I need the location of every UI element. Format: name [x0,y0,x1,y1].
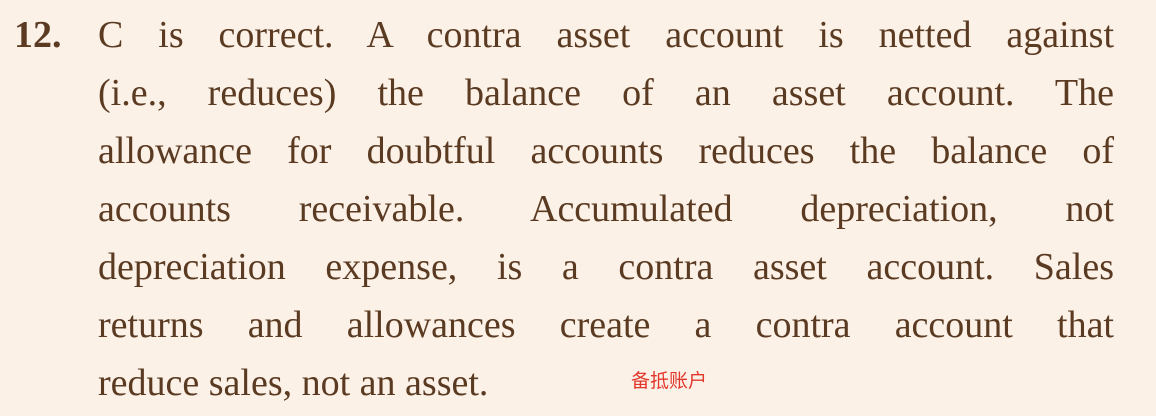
explanation-line-3: allowance for doubtful accounts reduces … [98,130,1114,172]
explanation-line-1: C is correct. A contra asset account is … [98,14,1114,56]
question-number: 12. [14,14,62,56]
explanation-line-2: (i.e., reduces) the balance of an asset … [98,72,1114,114]
explanation-line-7: reduce sales, not an asset. [98,362,489,404]
answer-explanation: 12. C is correct. A contra asset account… [0,0,1156,416]
explanation-line-5: depreciation expense, is a contra asset … [98,246,1114,288]
explanation-line-6: returns and allowances create a contra a… [98,304,1114,346]
handwritten-note: 备抵账户 [631,370,708,392]
explanation-line-4: accounts receivable. Accumulated depreci… [98,188,1114,230]
